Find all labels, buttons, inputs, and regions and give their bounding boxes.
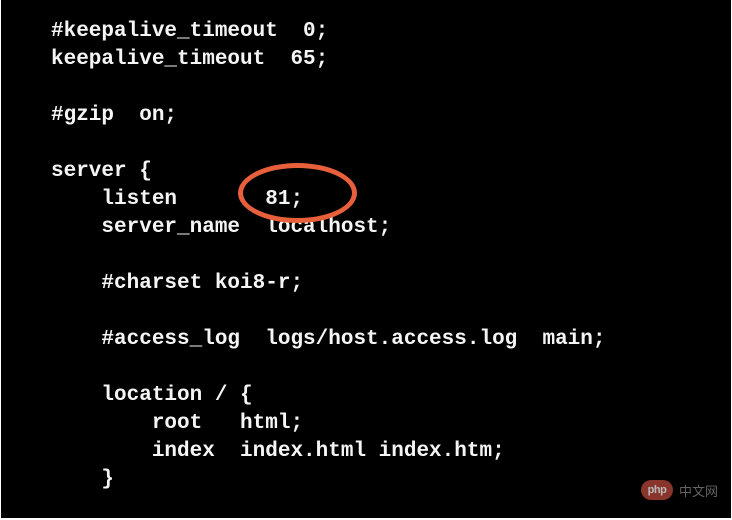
code-line <box>1 130 731 158</box>
code-line: root html; <box>1 410 731 438</box>
code-line: } <box>1 466 731 494</box>
code-line <box>1 354 731 382</box>
code-line <box>1 242 731 270</box>
code-line <box>1 298 731 326</box>
code-line: server_name localhost; <box>1 214 731 242</box>
code-line: index index.html index.htm; <box>1 438 731 466</box>
code-line <box>1 74 731 102</box>
code-line: #charset koi8-r; <box>1 270 731 298</box>
code-line: listen 81; <box>1 186 731 214</box>
code-line: #gzip on; <box>1 102 731 130</box>
code-line: #keepalive_timeout 0; <box>1 18 731 46</box>
watermark-badge: php <box>641 480 673 500</box>
watermark: php 中文网 <box>641 480 718 500</box>
code-line: server { <box>1 158 731 186</box>
code-line: #access_log logs/host.access.log main; <box>1 326 731 354</box>
watermark-text: 中文网 <box>679 481 718 500</box>
code-block: #keepalive_timeout 0;keepalive_timeout 6… <box>1 18 731 494</box>
code-line: keepalive_timeout 65; <box>1 46 731 74</box>
code-line: location / { <box>1 382 731 410</box>
terminal-window: #keepalive_timeout 0;keepalive_timeout 6… <box>1 0 731 518</box>
